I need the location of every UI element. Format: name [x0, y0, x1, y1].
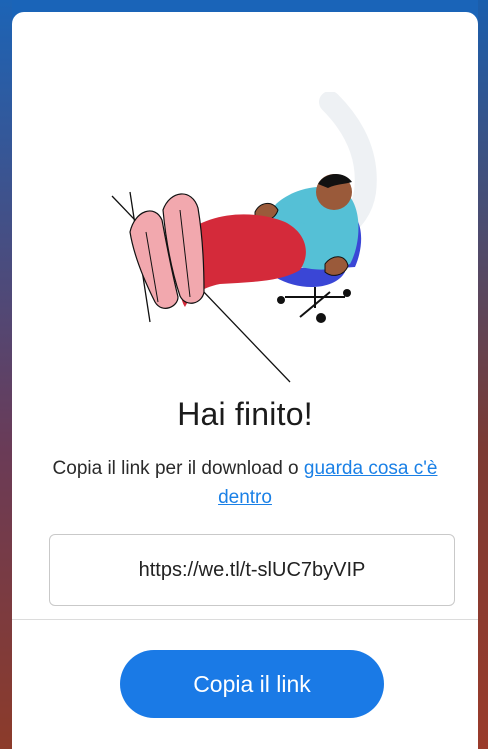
- dialog-message: Copia il link per il download o guarda c…: [42, 454, 448, 512]
- background-left-edge: [0, 0, 12, 749]
- download-link-field[interactable]: https://we.tl/t-slUC7byVIP: [49, 534, 455, 606]
- dialog-title: Hai finito!: [177, 396, 313, 432]
- download-link-text: https://we.tl/t-slUC7byVIP: [138, 558, 366, 581]
- copy-link-button[interactable]: Copia il link: [120, 650, 384, 718]
- dialog-message-text: Copia il link per il download o: [52, 458, 304, 479]
- divider: [12, 619, 478, 620]
- background-right-edge: [478, 0, 488, 749]
- person-relaxing-in-chair-illustration: [111, 92, 377, 383]
- transfer-complete-dialog: Hai finito! Copia il link per il downloa…: [12, 12, 478, 749]
